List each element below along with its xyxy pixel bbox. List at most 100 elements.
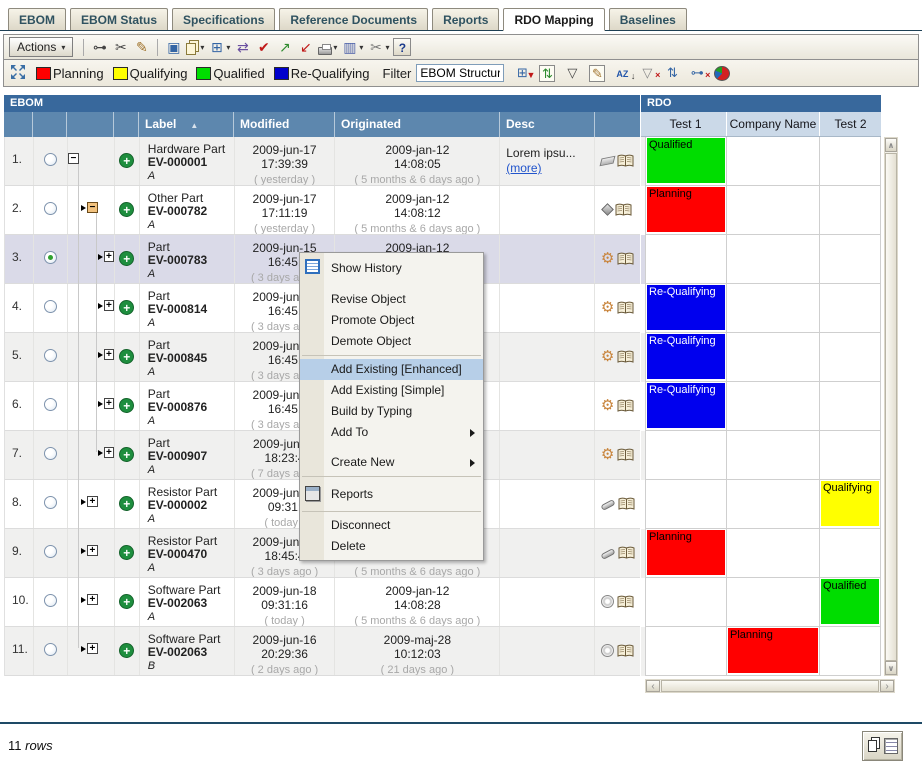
filter-input[interactable]	[416, 64, 504, 82]
radio-button[interactable]	[44, 251, 57, 264]
label-cell[interactable]: Other Part EV-000782 A	[140, 186, 235, 234]
radio-button[interactable]	[44, 545, 57, 558]
row-select-cell[interactable]	[34, 382, 68, 430]
menu-item-delete[interactable]: Delete	[300, 536, 483, 557]
tree-node[interactable]: +	[81, 545, 114, 556]
row-select-cell[interactable]	[34, 333, 68, 381]
menu-item-reports[interactable]: Reports	[300, 480, 483, 508]
label-cell[interactable]: Part EV-000814 A	[140, 284, 235, 332]
scroll-right-icon[interactable]: ›	[880, 680, 894, 692]
rdo-cell-test1[interactable]	[645, 235, 727, 284]
rdo-cell-company-name[interactable]	[727, 186, 820, 235]
rdo-cell-test2[interactable]	[820, 529, 881, 578]
tree-cell[interactable]: +	[68, 627, 115, 675]
add-cell[interactable]	[115, 382, 140, 430]
label-cell[interactable]: Software Part EV-002063 B	[140, 627, 235, 675]
book-icon[interactable]	[618, 497, 635, 511]
add-cell[interactable]	[115, 186, 140, 234]
tab-baselines[interactable]: Baselines	[609, 8, 687, 30]
tree-cell[interactable]: +	[68, 235, 115, 283]
radio-button[interactable]	[44, 496, 57, 509]
label-cell[interactable]: Part EV-000845 A	[140, 333, 235, 381]
radio-button[interactable]	[44, 643, 57, 656]
rdo-cell-company-name[interactable]	[727, 137, 820, 186]
tab-reference-documents[interactable]: Reference Documents	[279, 8, 428, 30]
rdo-cell-test2[interactable]: Qualifying	[820, 480, 881, 529]
cut-connection-icon[interactable]: ✂	[112, 38, 129, 56]
label-cell[interactable]: Resistor Part EV-000470 A	[140, 529, 235, 577]
chevron-down-icon[interactable]: ▾	[385, 43, 389, 52]
column-header-add[interactable]	[114, 112, 139, 137]
chevron-down-icon[interactable]: ▾	[333, 43, 337, 52]
tree-expand-icon[interactable]: +	[104, 398, 114, 409]
structure-filter-icon[interactable]: ⊞▼	[514, 65, 530, 81]
add-icon[interactable]	[119, 545, 134, 560]
expand-all-icon[interactable]	[11, 65, 25, 82]
filter-icon[interactable]: ▽	[564, 65, 580, 81]
table-row[interactable]: 10. + Software Part EV-002063 A 2009-jun…	[5, 578, 640, 627]
disconnect-node-icon[interactable]: ⊶×	[689, 65, 705, 81]
rdo-cell-test1[interactable]: Re-Qualifying	[645, 333, 727, 382]
book-icon[interactable]	[617, 399, 634, 413]
add-cell[interactable]	[115, 235, 140, 283]
rdo-cell-test1[interactable]	[645, 431, 727, 480]
tab-rdo-mapping[interactable]: RDO Mapping	[503, 8, 604, 31]
menu-item-disconnect[interactable]: Disconnect	[300, 515, 483, 536]
rdo-cell-company-name[interactable]	[727, 333, 820, 382]
tree-cell[interactable]: −	[68, 186, 115, 234]
columns-icon[interactable]: ▥	[341, 38, 358, 56]
tab-ebom-status[interactable]: EBOM Status	[70, 8, 168, 30]
book-icon[interactable]	[617, 252, 634, 266]
menu-item-add-existing-enhanced-[interactable]: Add Existing [Enhanced]	[300, 359, 483, 380]
approve-icon[interactable]: ✔	[255, 38, 272, 56]
radio-button[interactable]	[44, 202, 57, 215]
chevron-down-icon[interactable]: ▾	[359, 43, 363, 52]
rdo-cell-company-name[interactable]	[727, 284, 820, 333]
tree-node[interactable]: +	[98, 300, 114, 311]
vertical-scrollbar[interactable]: ∧ ∨	[884, 137, 898, 676]
help-icon[interactable]: ?	[393, 38, 411, 56]
vertical-scroll-thumb[interactable]	[885, 153, 897, 661]
tree-expand-icon[interactable]: +	[104, 349, 114, 360]
tree-cell[interactable]: +	[68, 333, 115, 381]
add-icon[interactable]	[119, 594, 134, 609]
column-header-company-name[interactable]: Company Name	[727, 112, 820, 136]
rdo-cell-company-name[interactable]	[727, 431, 820, 480]
row-select-cell[interactable]	[34, 137, 68, 185]
radio-button[interactable]	[44, 447, 57, 460]
table-row[interactable]: 11. + Software Part EV-002063 B 2009-jun…	[5, 627, 640, 676]
radio-button[interactable]	[44, 594, 57, 607]
tree-cell[interactable]: +	[68, 431, 115, 479]
add-icon[interactable]	[119, 202, 134, 217]
tree-node[interactable]: −	[81, 202, 114, 213]
sort-ascending-icon[interactable]	[190, 121, 198, 130]
add-icon[interactable]	[119, 398, 134, 413]
tree-expand-icon[interactable]: −	[87, 202, 98, 213]
menu-item-create-new[interactable]: Create New	[300, 452, 483, 473]
book-icon[interactable]	[618, 546, 635, 560]
rdo-cell-test2[interactable]	[820, 137, 881, 186]
tree-cell[interactable]: +	[68, 284, 115, 332]
row-select-cell[interactable]	[34, 431, 68, 479]
row-select-cell[interactable]	[34, 480, 68, 528]
chevron-down-icon[interactable]: ▾	[226, 43, 230, 52]
window-icon[interactable]: ▣	[165, 38, 182, 56]
tab-reports[interactable]: Reports	[432, 8, 499, 30]
rdo-cell-test1[interactable]: Qualified	[645, 137, 727, 186]
rdo-cell-test1[interactable]: Re-Qualifying	[645, 284, 727, 333]
column-header-desc[interactable]: Desc	[500, 112, 595, 137]
menu-item-demote-object[interactable]: Demote Object	[300, 331, 483, 352]
add-icon[interactable]	[119, 643, 134, 658]
tree-node[interactable]: −	[68, 153, 114, 164]
row-select-cell[interactable]	[34, 627, 68, 675]
rdo-cell-test2[interactable]	[820, 382, 881, 431]
add-cell[interactable]	[115, 578, 140, 626]
book-icon[interactable]	[617, 595, 634, 609]
customize-icon[interactable]: ✂	[367, 38, 384, 56]
edit-icon[interactable]: ✎	[133, 38, 150, 56]
tree-expand-icon[interactable]: +	[87, 594, 98, 605]
add-cell[interactable]	[115, 431, 140, 479]
chevron-down-icon[interactable]: ▾	[200, 43, 204, 52]
label-cell[interactable]: Part EV-000907 A	[140, 431, 235, 479]
add-icon[interactable]	[119, 153, 134, 168]
